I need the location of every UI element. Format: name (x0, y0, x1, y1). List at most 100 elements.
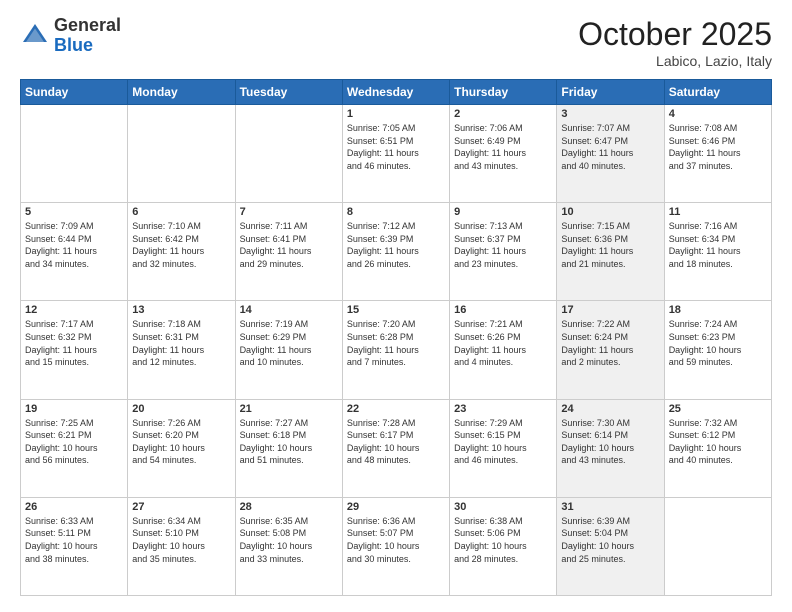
day-header-monday: Monday (128, 80, 235, 105)
location: Labico, Lazio, Italy (578, 53, 772, 69)
day-info: Sunrise: 7:25 AM Sunset: 6:21 PM Dayligh… (25, 417, 123, 467)
calendar-cell (664, 497, 771, 595)
day-info: Sunrise: 6:38 AM Sunset: 5:06 PM Dayligh… (454, 515, 552, 565)
logo: General Blue (20, 16, 121, 56)
day-number: 25 (669, 403, 767, 415)
calendar-cell: 11 Sunrise: 7:16 AM Sunset: 6:34 PM Dayli… (664, 203, 771, 301)
day-number: 12 (25, 304, 123, 316)
calendar-cell: 31Sunrise: 6:39 AM Sunset: 5:04 PM Dayli… (557, 497, 664, 595)
logo-icon (20, 21, 50, 51)
day-header-friday: Friday (557, 80, 664, 105)
calendar-cell: 9 Sunrise: 7:13 AM Sunset: 6:37 PM Daylig… (450, 203, 557, 301)
day-info: Sunrise: 6:34 AM Sunset: 5:10 PM Dayligh… (132, 515, 230, 565)
day-number: 20 (132, 403, 230, 415)
day-number: 21 (240, 403, 338, 415)
day-info: Sunrise: 7:20 AM Sunset: 6:28 PM Dayligh… (347, 318, 445, 368)
day-number: 23 (454, 403, 552, 415)
day-number: 5 (25, 206, 123, 218)
calendar-cell: 4Sunrise: 7:08 AM Sunset: 6:46 PM Daylig… (664, 105, 771, 203)
day-info: Sunrise: 7:29 AM Sunset: 6:15 PM Dayligh… (454, 417, 552, 467)
calendar-cell: 13 Sunrise: 7:18 AM Sunset: 6:31 PM Dayli… (128, 301, 235, 399)
day-number: 19 (25, 403, 123, 415)
month-title: October 2025 (578, 16, 772, 53)
calendar-cell: 25Sunrise: 7:32 AM Sunset: 6:12 PM Dayli… (664, 399, 771, 497)
calendar-cell: 7Sunrise: 7:11 AM Sunset: 6:41 PM Daylig… (235, 203, 342, 301)
day-number: 28 (240, 501, 338, 513)
day-number: 11 (669, 206, 767, 218)
calendar-cell: 22 Sunrise: 7:28 AM Sunset: 6:17 PM Dayli… (342, 399, 449, 497)
calendar-cell: 16Sunrise: 7:21 AM Sunset: 6:26 PM Dayli… (450, 301, 557, 399)
calendar-cell (21, 105, 128, 203)
calendar-week-2: 12 Sunrise: 7:17 AM Sunset: 6:32 PM Dayli… (21, 301, 772, 399)
calendar-cell: 2 Sunrise: 7:06 AM Sunset: 6:49 PM Daylig… (450, 105, 557, 203)
day-number: 10 (561, 206, 659, 218)
day-number: 17 (561, 304, 659, 316)
calendar-cell: 3Sunrise: 7:07 AM Sunset: 6:47 PM Daylig… (557, 105, 664, 203)
day-info: Sunrise: 7:09 AM Sunset: 6:44 PM Dayligh… (25, 220, 123, 270)
day-number: 22 (347, 403, 445, 415)
day-header-tuesday: Tuesday (235, 80, 342, 105)
day-info: Sunrise: 7:08 AM Sunset: 6:46 PM Dayligh… (669, 122, 767, 172)
calendar-cell: 10Sunrise: 7:15 AM Sunset: 6:36 PM Dayli… (557, 203, 664, 301)
calendar-cell: 17 Sunrise: 7:22 AM Sunset: 6:24 PM Dayli… (557, 301, 664, 399)
calendar-cell: 20 Sunrise: 7:26 AM Sunset: 6:20 PM Dayli… (128, 399, 235, 497)
day-number: 8 (347, 206, 445, 218)
day-info: Sunrise: 7:24 AM Sunset: 6:23 PM Dayligh… (669, 318, 767, 368)
calendar-cell (235, 105, 342, 203)
day-number: 31 (561, 501, 659, 513)
day-info: Sunrise: 7:12 AM Sunset: 6:39 PM Dayligh… (347, 220, 445, 270)
day-info: Sunrise: 7:05 AM Sunset: 6:51 PM Dayligh… (347, 122, 445, 172)
calendar-cell: 30 Sunrise: 6:38 AM Sunset: 5:06 PM Dayli… (450, 497, 557, 595)
day-info: Sunrise: 7:07 AM Sunset: 6:47 PM Dayligh… (561, 122, 659, 172)
day-info: Sunrise: 6:33 AM Sunset: 5:11 PM Dayligh… (25, 515, 123, 565)
day-info: Sunrise: 7:17 AM Sunset: 6:32 PM Dayligh… (25, 318, 123, 368)
calendar-week-1: 5 Sunrise: 7:09 AM Sunset: 6:44 PM Daylig… (21, 203, 772, 301)
calendar-cell: 12 Sunrise: 7:17 AM Sunset: 6:32 PM Dayli… (21, 301, 128, 399)
day-number: 26 (25, 501, 123, 513)
day-header-thursday: Thursday (450, 80, 557, 105)
page: General Blue October 2025 Labico, Lazio,… (0, 0, 792, 612)
calendar-cell: 14Sunrise: 7:19 AM Sunset: 6:29 PM Dayli… (235, 301, 342, 399)
day-header-saturday: Saturday (664, 80, 771, 105)
day-info: Sunrise: 7:28 AM Sunset: 6:17 PM Dayligh… (347, 417, 445, 467)
day-number: 29 (347, 501, 445, 513)
day-number: 6 (132, 206, 230, 218)
day-header-sunday: Sunday (21, 80, 128, 105)
calendar-week-4: 26 Sunrise: 6:33 AM Sunset: 5:11 PM Dayli… (21, 497, 772, 595)
calendar-cell: 29Sunrise: 6:36 AM Sunset: 5:07 PM Dayli… (342, 497, 449, 595)
calendar-cell: 18Sunrise: 7:24 AM Sunset: 6:23 PM Dayli… (664, 301, 771, 399)
day-info: Sunrise: 7:18 AM Sunset: 6:31 PM Dayligh… (132, 318, 230, 368)
day-number: 7 (240, 206, 338, 218)
day-number: 30 (454, 501, 552, 513)
day-number: 2 (454, 108, 552, 120)
calendar-cell: 19 Sunrise: 7:25 AM Sunset: 6:21 PM Dayli… (21, 399, 128, 497)
title-block: October 2025 Labico, Lazio, Italy (578, 16, 772, 69)
header: General Blue October 2025 Labico, Lazio,… (20, 16, 772, 69)
day-info: Sunrise: 7:06 AM Sunset: 6:49 PM Dayligh… (454, 122, 552, 172)
day-info: Sunrise: 7:21 AM Sunset: 6:26 PM Dayligh… (454, 318, 552, 368)
calendar-cell: 21 Sunrise: 7:27 AM Sunset: 6:18 PM Dayli… (235, 399, 342, 497)
calendar-cell: 6 Sunrise: 7:10 AM Sunset: 6:42 PM Daylig… (128, 203, 235, 301)
day-info: Sunrise: 7:13 AM Sunset: 6:37 PM Dayligh… (454, 220, 552, 270)
day-number: 13 (132, 304, 230, 316)
calendar-cell: 23 Sunrise: 7:29 AM Sunset: 6:15 PM Dayli… (450, 399, 557, 497)
calendar-cell: 24 Sunrise: 7:30 AM Sunset: 6:14 PM Dayli… (557, 399, 664, 497)
day-info: Sunrise: 7:30 AM Sunset: 6:14 PM Dayligh… (561, 417, 659, 467)
day-info: Sunrise: 7:16 AM Sunset: 6:34 PM Dayligh… (669, 220, 767, 270)
calendar-cell: 1 Sunrise: 7:05 AM Sunset: 6:51 PM Daylig… (342, 105, 449, 203)
calendar-cell: 28Sunrise: 6:35 AM Sunset: 5:08 PM Dayli… (235, 497, 342, 595)
day-info: Sunrise: 7:26 AM Sunset: 6:20 PM Dayligh… (132, 417, 230, 467)
calendar-cell: 5 Sunrise: 7:09 AM Sunset: 6:44 PM Daylig… (21, 203, 128, 301)
day-number: 1 (347, 108, 445, 120)
calendar-cell (128, 105, 235, 203)
day-info: Sunrise: 7:22 AM Sunset: 6:24 PM Dayligh… (561, 318, 659, 368)
day-info: Sunrise: 7:10 AM Sunset: 6:42 PM Dayligh… (132, 220, 230, 270)
calendar-cell: 26 Sunrise: 6:33 AM Sunset: 5:11 PM Dayli… (21, 497, 128, 595)
day-number: 9 (454, 206, 552, 218)
calendar-table: SundayMondayTuesdayWednesdayThursdayFrid… (20, 79, 772, 596)
day-number: 24 (561, 403, 659, 415)
day-info: Sunrise: 7:19 AM Sunset: 6:29 PM Dayligh… (240, 318, 338, 368)
day-info: Sunrise: 7:27 AM Sunset: 6:18 PM Dayligh… (240, 417, 338, 467)
day-header-wednesday: Wednesday (342, 80, 449, 105)
calendar-header-row: SundayMondayTuesdayWednesdayThursdayFrid… (21, 80, 772, 105)
